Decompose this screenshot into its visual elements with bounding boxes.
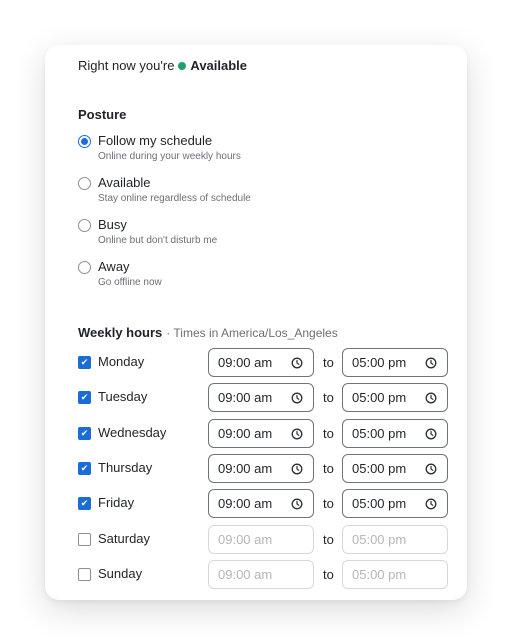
start-time-value[interactable]: 09:00 am	[218, 390, 272, 405]
end-time-value[interactable]: 05:00 pm	[352, 496, 406, 511]
day-label: Sunday	[98, 566, 143, 581]
end-time-placeholder[interactable]: 05:00 pm	[352, 532, 406, 547]
start-time-input[interactable]: 09:00 am	[208, 383, 314, 412]
radio-available[interactable]	[78, 177, 91, 190]
day-row-thursday: ✔ Thursday 09:00 am to 05:00 pm	[78, 454, 450, 484]
clock-icon[interactable]	[425, 463, 437, 475]
end-time-value[interactable]: 05:00 pm	[352, 426, 406, 441]
end-time-value[interactable]: 05:00 pm	[352, 461, 406, 476]
clock-icon[interactable]	[425, 392, 437, 404]
end-time-input[interactable]: 05:00 pm	[342, 348, 448, 377]
day-label: Friday	[98, 495, 135, 510]
start-time-value[interactable]: 09:00 am	[218, 461, 272, 476]
end-time-input[interactable]: 05:00 pm	[342, 419, 448, 448]
clock-icon[interactable]	[291, 428, 303, 440]
checkmark-icon: ✔	[80, 392, 89, 402]
radio-away[interactable]	[78, 261, 91, 274]
day-label: Thursday	[98, 460, 153, 475]
option-label[interactable]: Busy	[98, 217, 127, 232]
start-time-input[interactable]: 09:00 am	[208, 525, 314, 554]
day-checkbox-sunday[interactable]	[78, 568, 91, 581]
day-label: Saturday	[98, 531, 151, 546]
to-label: to	[323, 461, 334, 476]
option-label[interactable]: Away	[98, 259, 130, 274]
clock-icon[interactable]	[425, 498, 437, 510]
option-description: Go offline now	[98, 277, 162, 288]
start-time-input[interactable]: 09:00 am	[208, 489, 314, 518]
start-time-input[interactable]: 09:00 am	[208, 348, 314, 377]
posture-option-away[interactable]: Away Go offline now	[78, 259, 418, 295]
start-time-input[interactable]: 09:00 am	[208, 419, 314, 448]
radio-busy[interactable]	[78, 219, 91, 232]
start-time-input[interactable]: 09:00 am	[208, 560, 314, 589]
day-row-sunday: Sunday 09:00 am to 05:00 pm	[78, 560, 450, 590]
posture-option-busy[interactable]: Busy Online but don't disturb me	[78, 217, 418, 253]
option-label[interactable]: Available	[98, 175, 151, 190]
day-row-monday: ✔ Monday 09:00 am to 05:00 pm	[78, 348, 450, 378]
end-time-input[interactable]: 05:00 pm	[342, 525, 448, 554]
weekly-hours-heading: Weekly hours	[78, 325, 163, 340]
option-description: Stay online regardless of schedule	[98, 193, 251, 204]
start-time-input[interactable]: 09:00 am	[208, 454, 314, 483]
to-label: to	[323, 567, 334, 582]
to-label: to	[323, 532, 334, 547]
end-time-input[interactable]: 05:00 pm	[342, 560, 448, 589]
end-time-value[interactable]: 05:00 pm	[352, 355, 406, 370]
clock-icon[interactable]	[291, 498, 303, 510]
radio-follow-schedule[interactable]	[78, 135, 91, 148]
end-time-input[interactable]: 05:00 pm	[342, 489, 448, 518]
to-label: to	[323, 355, 334, 370]
end-time-placeholder[interactable]: 05:00 pm	[352, 567, 406, 582]
weekly-hours-title: Weekly hours · Times in America/Los_Ange…	[78, 325, 338, 340]
to-label: to	[323, 496, 334, 511]
checkmark-icon: ✔	[80, 428, 89, 438]
checkmark-icon: ✔	[80, 498, 89, 508]
day-label: Monday	[98, 354, 145, 369]
clock-icon[interactable]	[291, 463, 303, 475]
start-time-placeholder[interactable]: 09:00 am	[218, 532, 272, 547]
day-checkbox-monday[interactable]: ✔	[78, 356, 91, 369]
day-checkbox-tuesday[interactable]: ✔	[78, 391, 91, 404]
current-status: Right now you're Available	[78, 58, 247, 73]
timezone-note: · Times in America/Los_Angeles	[166, 326, 338, 340]
status-prefix: Right now you're	[78, 58, 175, 73]
start-time-value[interactable]: 09:00 am	[218, 496, 272, 511]
option-description: Online during your weekly hours	[98, 151, 241, 162]
day-label: Tuesday	[98, 389, 148, 404]
end-time-value[interactable]: 05:00 pm	[352, 390, 406, 405]
posture-title: Posture	[78, 107, 127, 122]
status-value: Available	[190, 58, 248, 73]
day-checkbox-friday[interactable]: ✔	[78, 497, 91, 510]
availability-card: Right now you're Available Posture Follo…	[45, 45, 467, 600]
posture-option-available[interactable]: Available Stay online regardless of sche…	[78, 175, 418, 211]
clock-icon[interactable]	[425, 357, 437, 369]
end-time-input[interactable]: 05:00 pm	[342, 383, 448, 412]
posture-option-follow-schedule[interactable]: Follow my schedule Online during your we…	[78, 133, 418, 169]
option-description: Online but don't disturb me	[98, 235, 218, 246]
start-time-placeholder[interactable]: 09:00 am	[218, 567, 272, 582]
to-label: to	[323, 390, 334, 405]
option-label[interactable]: Follow my schedule	[98, 133, 212, 148]
clock-icon[interactable]	[291, 357, 303, 369]
start-time-value[interactable]: 09:00 am	[218, 355, 272, 370]
to-label: to	[323, 426, 334, 441]
status-dot-icon	[178, 61, 187, 70]
checkmark-icon: ✔	[80, 463, 89, 473]
day-row-wednesday: ✔ Wednesday 09:00 am to 05:00 pm	[78, 419, 450, 449]
day-label: Wednesday	[98, 425, 167, 440]
end-time-input[interactable]: 05:00 pm	[342, 454, 448, 483]
checkmark-icon: ✔	[80, 357, 89, 367]
day-checkbox-saturday[interactable]	[78, 533, 91, 546]
day-row-tuesday: ✔ Tuesday 09:00 am to 05:00 pm	[78, 383, 450, 413]
day-checkbox-thursday[interactable]: ✔	[78, 462, 91, 475]
clock-icon[interactable]	[425, 428, 437, 440]
start-time-value[interactable]: 09:00 am	[218, 426, 272, 441]
day-checkbox-wednesday[interactable]: ✔	[78, 427, 91, 440]
day-row-friday: ✔ Friday 09:00 am to 05:00 pm	[78, 489, 450, 519]
day-row-saturday: Saturday 09:00 am to 05:00 pm	[78, 525, 450, 555]
clock-icon[interactable]	[291, 392, 303, 404]
